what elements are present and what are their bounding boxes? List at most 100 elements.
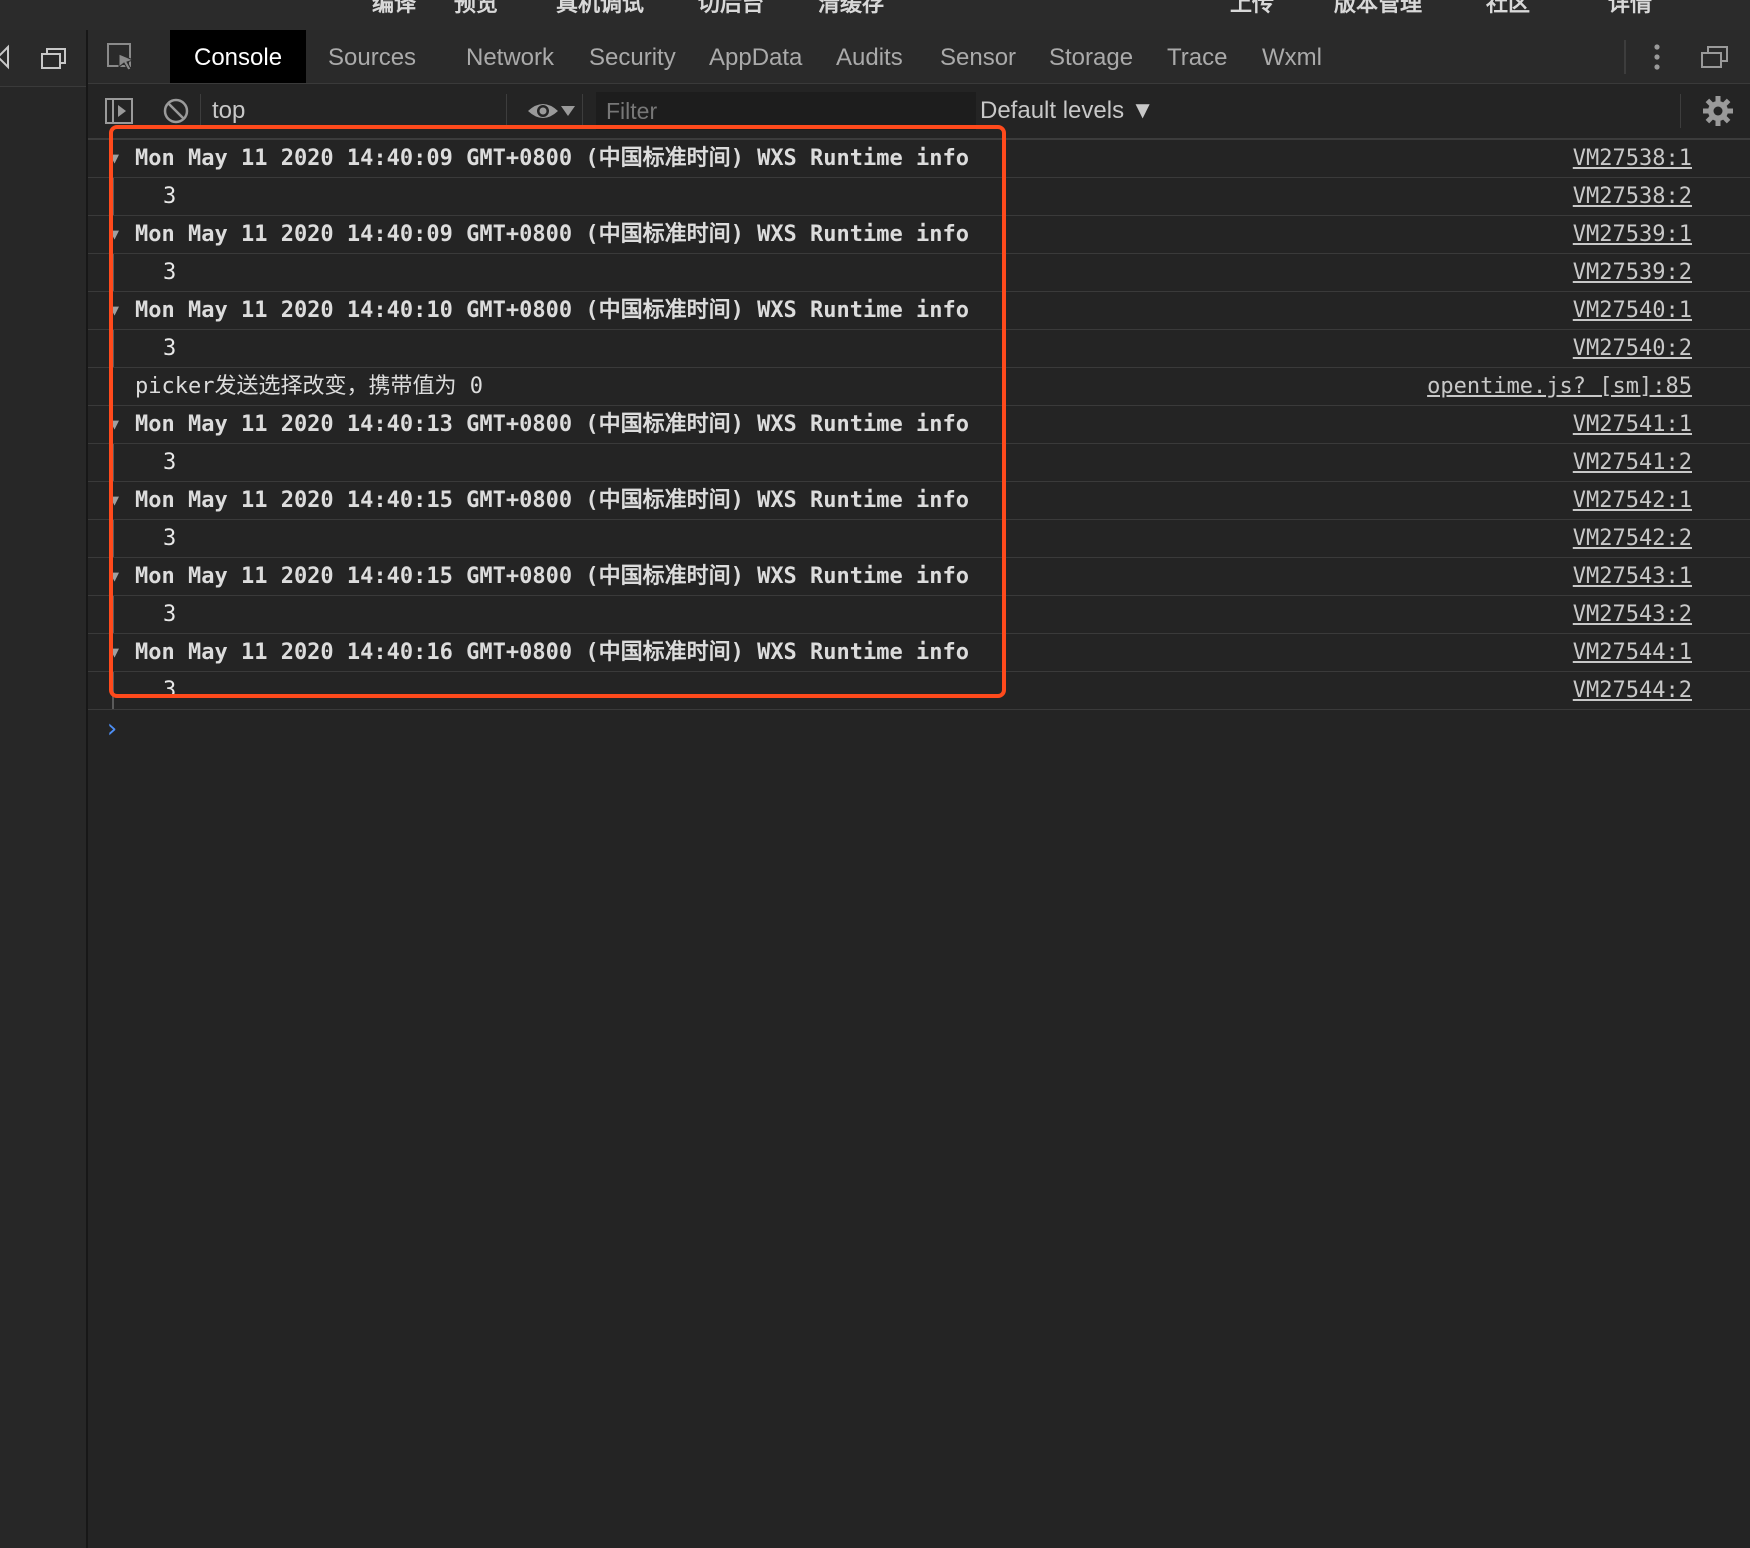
log-source-link[interactable]: VM27538:1 — [1573, 140, 1692, 177]
log-group-header[interactable]: ▼ Mon May 11 2020 14:40:09 GMT+0800 (中国标准… — [88, 216, 1750, 254]
log-message-text: Mon May 11 2020 14:40:10 GMT+0800 (中国标准时… — [135, 298, 969, 323]
toolbar-divider — [1680, 94, 1681, 128]
log-message-text: 3 — [163, 602, 177, 627]
log-source-link[interactable]: opentime.js? [sm]:85 — [1427, 368, 1692, 405]
log-source-link[interactable]: VM27543:2 — [1573, 596, 1692, 633]
expand-triangle-icon[interactable]: ▼ — [110, 482, 119, 519]
log-message-text: Mon May 11 2020 14:40:13 GMT+0800 (中国标准时… — [135, 412, 969, 437]
log-value-row: 3 VM27538:2 — [88, 178, 1750, 216]
toolbar-item-upload[interactable]: 上传 — [1230, 0, 1274, 18]
log-message-text: 3 — [163, 526, 177, 551]
log-message-text: 3 — [163, 336, 177, 361]
tab-network[interactable]: Network — [442, 30, 578, 83]
sidebar-toggle-icon[interactable] — [104, 96, 134, 126]
log-message-text: 3 — [163, 184, 177, 209]
log-value-row: 3 VM27541:2 — [88, 444, 1750, 482]
toolbar-item-compile[interactable]: 编译 — [372, 0, 416, 18]
expand-triangle-icon[interactable]: ▼ — [110, 558, 119, 595]
log-source-link[interactable]: VM27542:1 — [1573, 482, 1692, 519]
expand-triangle-icon[interactable]: ▼ — [110, 140, 119, 177]
group-indent-line — [112, 444, 120, 481]
log-value-row: 3 VM27540:2 — [88, 330, 1750, 368]
context-selector[interactable]: top — [212, 92, 575, 130]
log-source-link[interactable]: VM27544:1 — [1573, 634, 1692, 671]
expand-triangle-icon[interactable]: ▼ — [110, 292, 119, 329]
log-message-text: 3 — [163, 678, 177, 703]
log-source-link[interactable]: VM27541:2 — [1573, 444, 1692, 481]
back-triangle-icon[interactable] — [0, 44, 12, 70]
context-value: top — [212, 97, 246, 124]
tab-audits[interactable]: Audits — [812, 30, 927, 83]
toolbar-item-version[interactable]: 版本管理 — [1334, 0, 1422, 18]
toolbar-divider — [582, 94, 583, 128]
toolbar-item-preview[interactable]: 预览 — [454, 0, 498, 18]
filter-input[interactable] — [596, 92, 976, 130]
toolbar-divider — [200, 94, 201, 128]
group-indent-line — [112, 178, 120, 215]
tab-console[interactable]: Console — [170, 30, 307, 83]
log-message-row: picker发送选择改变，携带值为 0 opentime.js? [sm]:85 — [88, 368, 1750, 406]
log-group-header[interactable]: ▼ Mon May 11 2020 14:40:15 GMT+0800 (中国标准… — [88, 482, 1750, 520]
log-group-header[interactable]: ▼ Mon May 11 2020 14:40:16 GMT+0800 (中国标准… — [88, 634, 1750, 672]
log-group-header[interactable]: ▼ Mon May 11 2020 14:40:15 GMT+0800 (中国标准… — [88, 558, 1750, 596]
log-message-text: Mon May 11 2020 14:40:16 GMT+0800 (中国标准时… — [135, 640, 969, 665]
tab-security[interactable]: Security — [565, 30, 700, 83]
group-indent-line — [112, 254, 120, 291]
toolbar-item-clear-cache[interactable]: 清缓存 — [818, 0, 884, 18]
chevron-down-icon — [561, 106, 575, 116]
console-log: ▼ Mon May 11 2020 14:40:09 GMT+0800 (中国标准… — [88, 140, 1750, 710]
group-indent-line — [112, 520, 120, 557]
log-message-text: Mon May 11 2020 14:40:09 GMT+0800 (中国标准时… — [135, 222, 969, 247]
group-indent-line — [112, 596, 120, 633]
log-source-link[interactable]: VM27540:2 — [1573, 330, 1692, 367]
toolbar-item-community[interactable]: 社区 — [1486, 0, 1530, 18]
tab-storage[interactable]: Storage — [1025, 30, 1157, 83]
tab-trace[interactable]: Trace — [1143, 30, 1251, 83]
left-icon-bar — [0, 30, 86, 87]
log-value-row: 3 VM27544:2 — [88, 672, 1750, 710]
log-source-link[interactable]: VM27539:2 — [1573, 254, 1692, 291]
live-expression-eye-icon[interactable] — [526, 98, 560, 124]
log-group-header[interactable]: ▼ Mon May 11 2020 14:40:09 GMT+0800 (中国标准… — [88, 140, 1750, 178]
log-group-header[interactable]: ▼ Mon May 11 2020 14:40:13 GMT+0800 (中国标准… — [88, 406, 1750, 444]
log-message-text: 3 — [163, 450, 177, 475]
log-source-link[interactable]: VM27540:1 — [1573, 292, 1692, 329]
log-source-link[interactable]: VM27538:2 — [1573, 178, 1692, 215]
settings-gear-icon[interactable] — [1702, 95, 1734, 127]
log-source-link[interactable]: VM27544:2 — [1573, 672, 1692, 709]
tab-appdata[interactable]: AppData — [685, 30, 826, 83]
log-message-text: Mon May 11 2020 14:40:15 GMT+0800 (中国标准时… — [135, 488, 969, 513]
undock-icon[interactable] — [1700, 44, 1730, 70]
expand-triangle-icon[interactable]: ▼ — [110, 406, 119, 443]
log-value-row: 3 VM27543:2 — [88, 596, 1750, 634]
toolbar-divider — [506, 94, 507, 128]
window-icon[interactable] — [40, 46, 68, 70]
group-indent-line — [112, 672, 120, 709]
tabbar-divider — [1624, 40, 1626, 74]
more-options-icon[interactable] — [1652, 42, 1662, 72]
log-group-header[interactable]: ▼ Mon May 11 2020 14:40:10 GMT+0800 (中国标准… — [88, 292, 1750, 330]
log-source-link[interactable]: VM27539:1 — [1573, 216, 1692, 253]
inspect-element-icon[interactable] — [106, 42, 136, 72]
simulator-panel-edge — [0, 30, 88, 1548]
toolbar-item-remote-debug[interactable]: 真机调试 — [556, 0, 644, 18]
log-levels-dropdown[interactable]: Default levels ▼ — [980, 92, 1155, 130]
expand-triangle-icon[interactable]: ▼ — [110, 216, 119, 253]
log-message-text: Mon May 11 2020 14:40:09 GMT+0800 (中国标准时… — [135, 146, 969, 171]
log-source-link[interactable]: VM27543:1 — [1573, 558, 1692, 595]
log-source-link[interactable]: VM27542:2 — [1573, 520, 1692, 557]
tab-wxml[interactable]: Wxml — [1238, 30, 1346, 83]
tab-sensor[interactable]: Sensor — [916, 30, 1040, 83]
log-message-text: 3 — [163, 260, 177, 285]
console-prompt[interactable]: › — [104, 714, 120, 744]
toolbar-item-details[interactable]: 详情 — [1608, 0, 1652, 18]
devtools-tabbar: Console Sources Network Security AppData… — [88, 30, 1750, 84]
tab-sources[interactable]: Sources — [304, 30, 440, 83]
log-source-link[interactable]: VM27541:1 — [1573, 406, 1692, 443]
expand-triangle-icon[interactable]: ▼ — [110, 634, 119, 671]
group-indent-line — [112, 330, 120, 367]
toolbar-item-background[interactable]: 切后台 — [698, 0, 764, 18]
log-message-text: picker发送选择改变，携带值为 0 — [135, 374, 483, 399]
log-message-text: Mon May 11 2020 14:40:15 GMT+0800 (中国标准时… — [135, 564, 969, 589]
clear-console-icon[interactable] — [162, 97, 190, 125]
